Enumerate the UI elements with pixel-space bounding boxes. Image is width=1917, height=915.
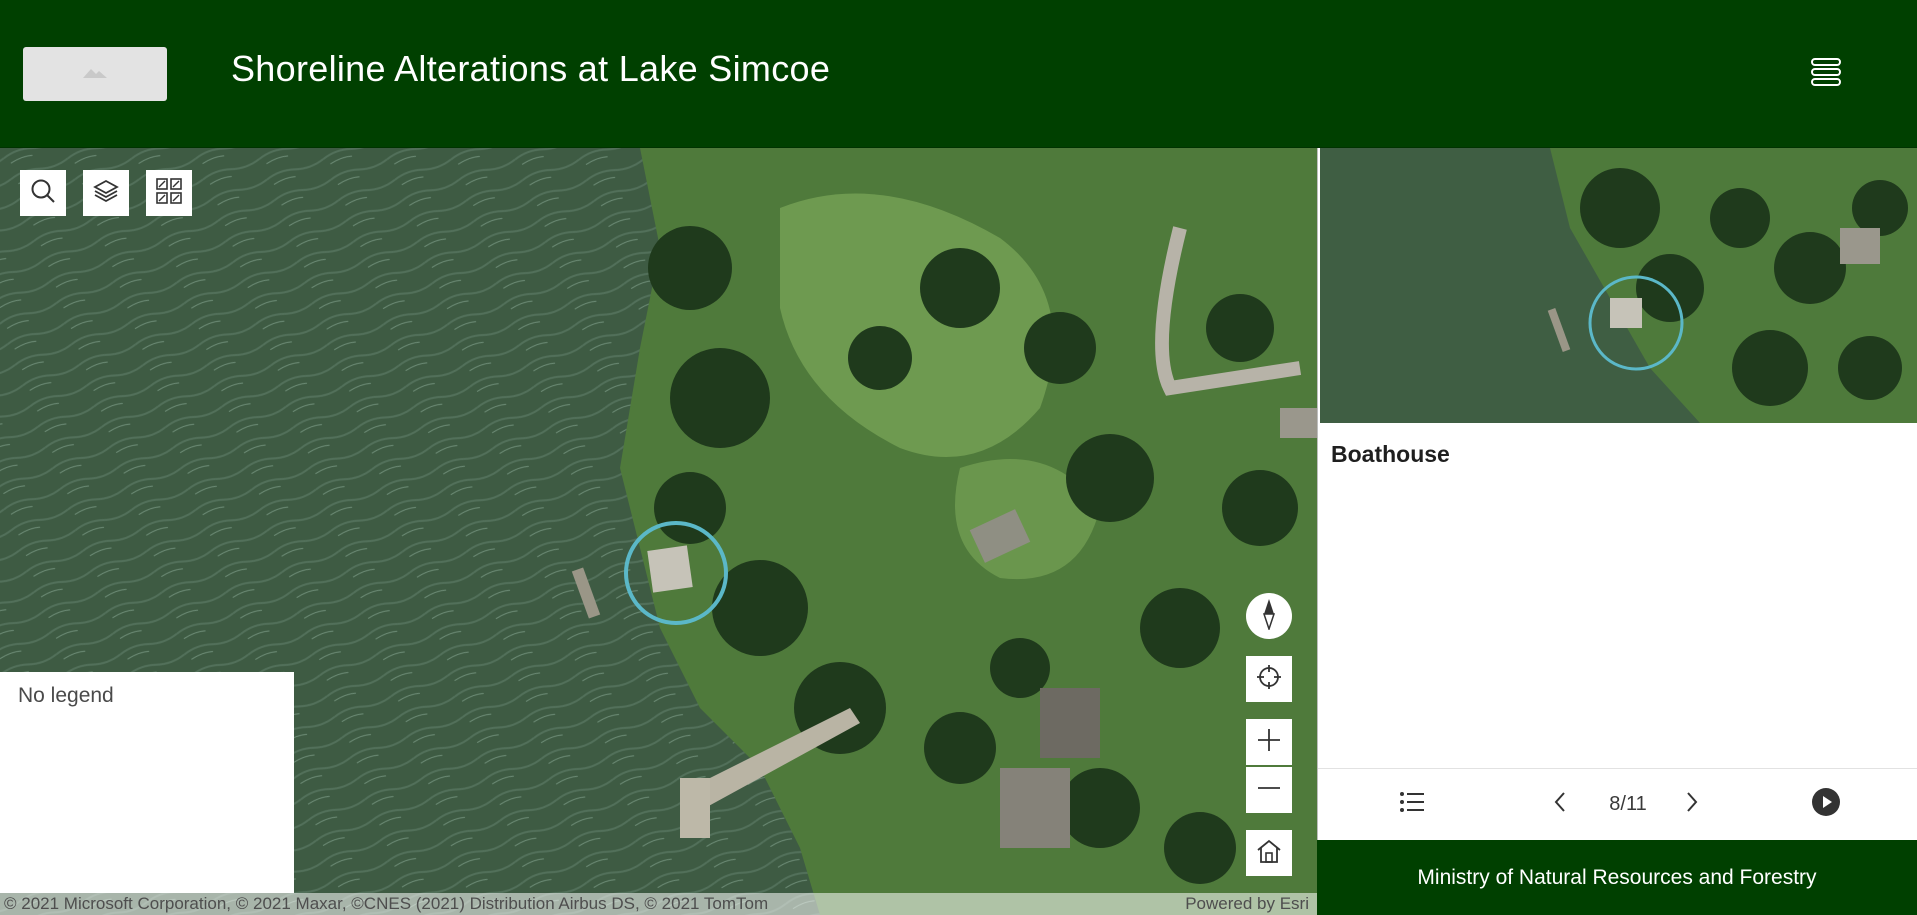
image-placeholder-icon	[81, 65, 109, 84]
menu-button[interactable]	[1808, 56, 1844, 92]
zoom-out-button[interactable]	[1246, 767, 1292, 813]
locate-crosshair-icon	[1256, 664, 1282, 695]
feature-image	[1320, 148, 1917, 423]
layers-icon	[93, 178, 119, 209]
search-icon	[30, 178, 56, 209]
basemap-gallery-icon	[155, 177, 183, 210]
app-footer: Ministry of Natural Resources and Forest…	[1317, 840, 1917, 915]
app-header: Shoreline Alterations at Lake Simcoe	[0, 0, 1917, 148]
locate-button[interactable]	[1246, 656, 1292, 702]
chevron-right-icon	[1685, 791, 1699, 818]
list-icon	[1399, 791, 1425, 818]
compass-button[interactable]	[1246, 593, 1292, 639]
home-button[interactable]	[1246, 830, 1292, 876]
minus-icon	[1256, 775, 1282, 806]
stacked-menu-icon	[1810, 57, 1842, 92]
feature-navigation: 8/11	[1318, 768, 1917, 839]
previous-feature-button[interactable]	[1542, 786, 1578, 822]
footer-text: Ministry of Natural Resources and Forest…	[1417, 865, 1817, 889]
search-button[interactable]	[20, 170, 66, 216]
layers-button[interactable]	[83, 170, 129, 216]
compass-icon	[1259, 598, 1279, 635]
logo	[23, 47, 167, 101]
legend-panel: No legend	[0, 672, 294, 893]
feature-list-button[interactable]	[1394, 786, 1430, 822]
autoplay-button[interactable]	[1806, 786, 1846, 822]
next-feature-button[interactable]	[1674, 786, 1710, 822]
page-title: Shoreline Alterations at Lake Simcoe	[231, 48, 831, 89]
plus-icon	[1256, 727, 1282, 758]
basemap-gallery-button[interactable]	[146, 170, 192, 216]
feature-image-graphic	[1320, 148, 1917, 423]
map-view[interactable]: No legend © 2021 Microsoft Corporation, …	[0, 148, 1317, 915]
attribution-text: © 2021 Microsoft Corporation, © 2021 Max…	[4, 894, 769, 913]
home-icon	[1256, 838, 1282, 869]
chevron-left-icon	[1553, 791, 1567, 818]
play-icon	[1811, 787, 1841, 822]
feature-counter: 8/11	[1609, 793, 1647, 815]
feature-title: Boathouse	[1331, 441, 1450, 467]
zoom-in-button[interactable]	[1246, 719, 1292, 765]
map-attribution: © 2021 Microsoft Corporation, © 2021 Max…	[0, 893, 1317, 915]
story-side-panel: Boathouse 8/11	[1317, 148, 1917, 915]
powered-by-text[interactable]: Powered by Esri	[1185, 893, 1309, 915]
legend-text: No legend	[18, 684, 114, 707]
